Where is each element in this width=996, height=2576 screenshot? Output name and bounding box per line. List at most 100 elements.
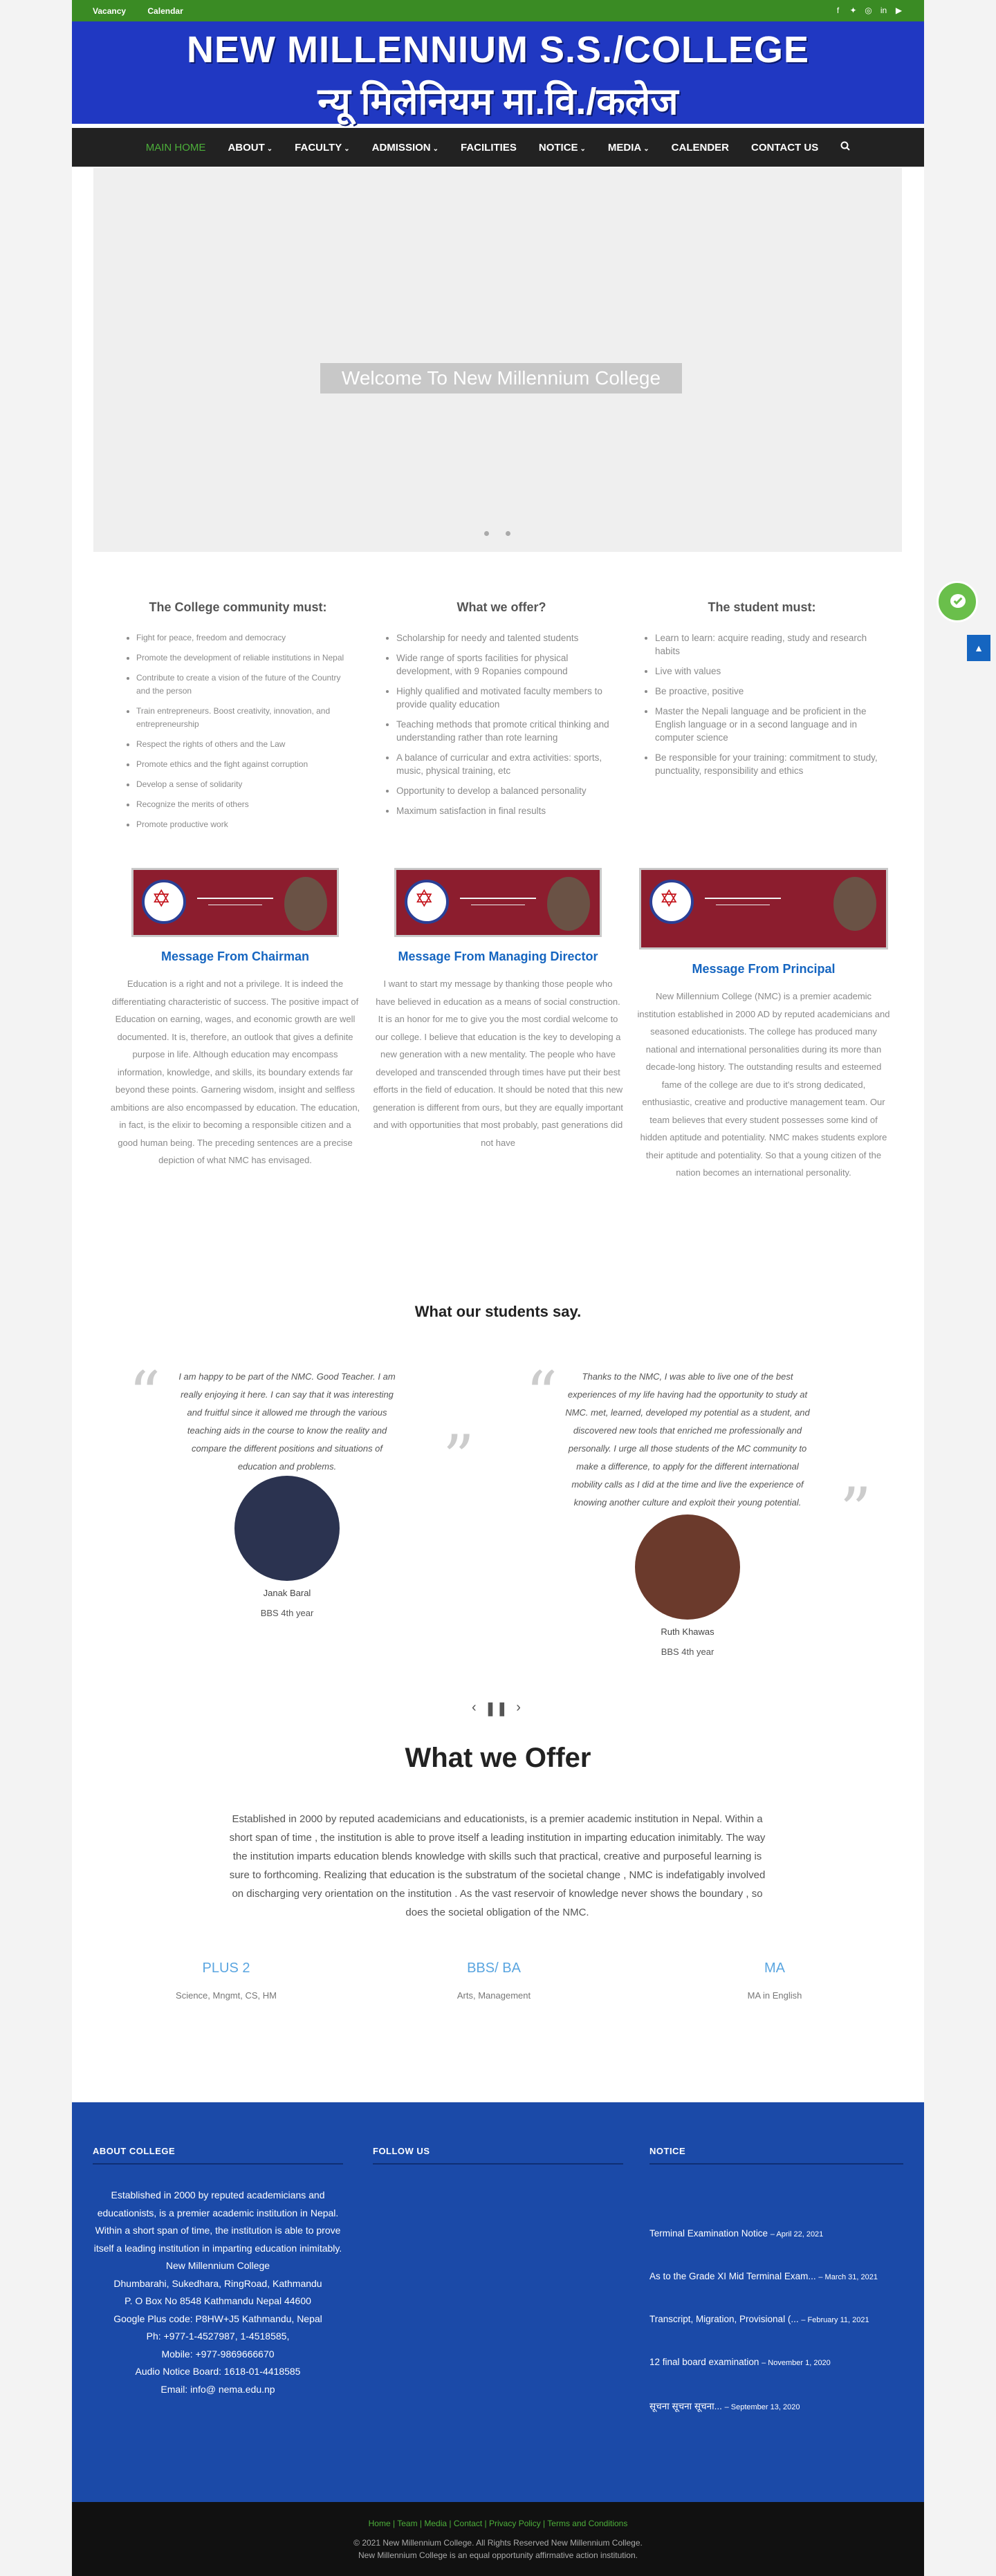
testimonial-text: I am happy to be part of the NMC. Good T… — [178, 1371, 396, 1472]
footer: ABOUT COLLEGE FOLLOW US NOTICE Establish… — [72, 2102, 924, 2502]
footer-notice-list: Terminal Examination Notice – April 22, … — [649, 2228, 903, 2445]
chevron-down-icon: ⌄ — [266, 145, 273, 153]
header-banner[interactable]: NEW MILLENNIUM S.S./COLLEGE न्यू मिलेनिय… — [72, 21, 924, 124]
plus-code: Google Plus code: P8HW+J5 Kathmandu, Nep… — [113, 2313, 322, 2324]
program-ma: MA MA in English — [671, 1961, 878, 2001]
facebook-icon[interactable]: f — [833, 6, 842, 15]
instagram-icon[interactable]: ◎ — [864, 6, 873, 15]
notice-item[interactable]: As to the Grade XI Mid Terminal Exam... … — [649, 2271, 903, 2281]
equal-opportunity: New Millennium College is an equal oppor… — [358, 2550, 638, 2560]
quote-close-icon: ” — [443, 1422, 475, 1494]
nav-about[interactable]: ABOUT ⌄ — [228, 142, 273, 154]
program-title[interactable]: BBS/ BA — [390, 1961, 598, 1976]
list-item: Maximum satisfaction in final results — [396, 804, 619, 817]
home-link[interactable]: Home — [369, 2519, 391, 2528]
program-title[interactable]: PLUS 2 — [122, 1961, 330, 1976]
nav-calender[interactable]: CALENDER — [672, 142, 729, 154]
testimonial-card: Thanks to the NMC, I was able to live on… — [564, 1368, 811, 1657]
chairman-photo — [131, 868, 339, 937]
community-title: The College community must: — [149, 600, 327, 614]
address: Dhumbarahi, Sukedhara, RingRoad, Kathman… — [113, 2277, 322, 2289]
twitter-icon[interactable]: ✦ — [849, 6, 858, 15]
program-plus2: PLUS 2 Science, Mngmt, CS, HM — [122, 1961, 330, 2001]
college-emblem-icon — [405, 880, 449, 924]
next-arrow-icon[interactable]: › — [516, 1700, 521, 1717]
list-item: Highly qualified and motivated faculty m… — [396, 685, 619, 711]
nav-main-home[interactable]: MAIN HOME — [146, 142, 206, 154]
calendar-link[interactable]: Calendar — [147, 6, 183, 16]
program-subtitle: Arts, Management — [456, 1990, 531, 2001]
messenger-chat-icon[interactable] — [937, 581, 978, 622]
list-item: Recognize the merits of others — [136, 798, 352, 811]
slider-dot[interactable] — [484, 531, 489, 536]
nav-admission[interactable]: ADMISSION ⌄ — [372, 142, 439, 154]
top-links: Vacancy Calendar — [93, 6, 203, 16]
college-emblem-icon — [649, 880, 694, 924]
notice-item[interactable]: Terminal Examination Notice – April 22, … — [649, 2228, 903, 2239]
pause-icon[interactable]: ❚❚ — [485, 1700, 508, 1717]
nav-media[interactable]: MEDIA ⌄ — [608, 142, 649, 154]
nav-contact-us[interactable]: CONTACT US — [751, 142, 818, 154]
director-message: Message From Managing Director I want to… — [373, 868, 623, 1151]
principal-message-title[interactable]: Message From Principal — [636, 962, 892, 976]
youtube-icon[interactable]: ▶ — [894, 6, 903, 15]
linkedin-icon[interactable]: in — [879, 6, 888, 15]
offer-list-title: What we offer? — [456, 600, 546, 614]
list-item: Opportunity to develop a balanced person… — [396, 784, 619, 797]
program-title[interactable]: MA — [671, 1961, 878, 1976]
testimonials-title: What our students say. — [414, 1303, 582, 1320]
privacy-link[interactable]: Privacy Policy — [489, 2519, 541, 2528]
director-photo — [394, 868, 602, 937]
top-bar: Vacancy Calendar f ✦ ◎ in ▶ — [72, 0, 924, 21]
contact-link[interactable]: Contact — [454, 2519, 482, 2528]
chevron-down-icon: ⌄ — [432, 145, 439, 153]
vacancy-link[interactable]: Vacancy — [93, 6, 126, 16]
chairman-message-title[interactable]: Message From Chairman — [110, 949, 360, 964]
scroll-up-icon[interactable]: ▲ — [967, 635, 990, 661]
testimonial-card: I am happy to be part of the NMC. Good T… — [173, 1368, 401, 1618]
program-subtitle: MA in English — [747, 1990, 802, 2001]
list-item: Learn to learn: acquire reading, study a… — [655, 631, 881, 658]
college-title-english: NEW MILLENNIUM S.S./COLLEGE — [187, 29, 809, 71]
chairman-message-text: Education is a right and not a privilege… — [110, 979, 360, 1165]
nav-notice[interactable]: NOTICE ⌄ — [539, 142, 586, 154]
student-column: The student must: Learn to learn: acquir… — [643, 600, 881, 784]
what-we-offer-title: What we Offer — [405, 1743, 591, 1773]
college-name: New Millennium College — [165, 2260, 270, 2271]
avatar — [833, 877, 876, 931]
nav-faculty[interactable]: FACULTY ⌄ — [295, 142, 349, 154]
nav-facilities[interactable]: FACILITIES — [461, 142, 517, 154]
copyright: © 2021 New Millennium College. All Right… — [353, 2538, 643, 2548]
testimonial-name: Ruth Khawas — [661, 1627, 714, 1637]
notice-item[interactable]: Transcript, Migration, Provisional (... … — [649, 2314, 903, 2324]
list-item: Wide range of sports facilities for phys… — [396, 651, 619, 678]
email[interactable]: Email: info@ nema.edu.np — [93, 2381, 343, 2399]
what-we-offer-text: Established in 2000 by reputed academici… — [229, 1813, 766, 1918]
testimonial-name: Janak Baral — [263, 1588, 311, 1598]
list-item: Train entrepreneurs. Boost creativity, i… — [136, 705, 352, 731]
prev-arrow-icon[interactable]: ‹ — [472, 1700, 477, 1717]
slider-dot[interactable] — [506, 531, 510, 536]
quote-close-icon: ” — [840, 1474, 872, 1547]
program-bbs-ba: BBS/ BA Arts, Management — [390, 1961, 598, 2001]
list-item: Be proactive, positive — [655, 685, 881, 698]
search-icon[interactable] — [840, 141, 850, 154]
hero-slider[interactable]: Welcome To New Millennium College — [93, 168, 902, 552]
notice-item[interactable]: सूचना सूचना सूचना... – September 13, 202… — [649, 2400, 903, 2412]
list-item: Promote the development of reliable inst… — [136, 651, 352, 665]
testimonial-controls: ‹ ❚❚ › — [472, 1700, 521, 1717]
college-emblem-icon — [142, 880, 186, 924]
footer-about-title: ABOUT COLLEGE — [93, 2146, 176, 2156]
notice-item[interactable]: 12 final board examination – November 1,… — [649, 2357, 903, 2367]
footer-about-text: Established in 2000 by reputed academici… — [93, 2187, 343, 2398]
avatar — [284, 877, 327, 931]
bottom-bar: Home | Team | Media | Contact | Privacy … — [72, 2502, 924, 2576]
terms-link[interactable]: Terms and Conditions — [547, 2519, 627, 2528]
list-item: Scholarship for needy and talented stude… — [396, 631, 619, 645]
avatar — [635, 1514, 740, 1620]
media-link[interactable]: Media — [424, 2519, 447, 2528]
director-message-title[interactable]: Message From Managing Director — [373, 949, 623, 964]
divider — [373, 2163, 623, 2165]
team-link[interactable]: Team — [397, 2519, 417, 2528]
divider — [93, 2163, 343, 2165]
